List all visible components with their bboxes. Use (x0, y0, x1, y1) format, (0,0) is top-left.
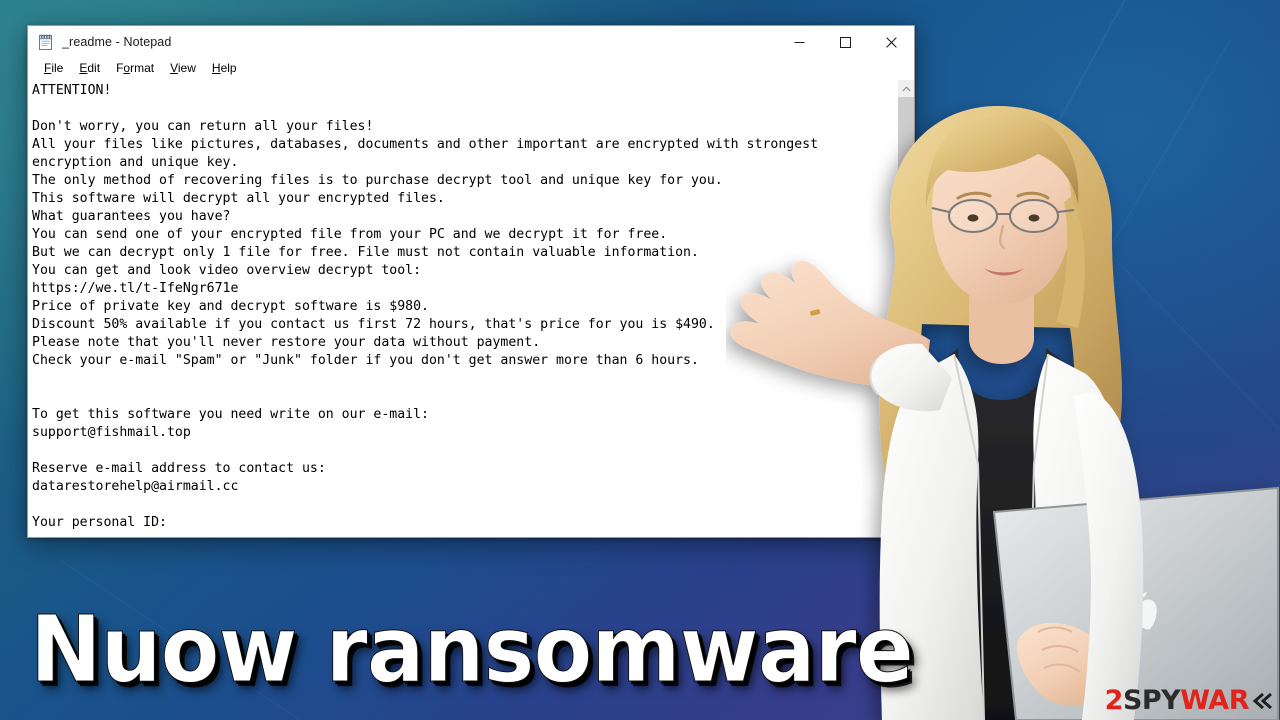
menu-item-view[interactable]: View (162, 60, 204, 78)
window-titlebar[interactable]: _readme - Notepad (28, 26, 914, 58)
menu-item-edit[interactable]: Edit (71, 60, 108, 78)
chevron-down-icon (901, 526, 911, 532)
titlebar-left-group: _readme - Notepad (28, 34, 776, 51)
menu-item-file[interactable]: File (36, 60, 71, 78)
scroll-up-button[interactable] (898, 80, 914, 97)
notepad-icon (39, 34, 52, 50)
window-controls (776, 26, 914, 58)
close-button[interactable] (868, 26, 914, 58)
vertical-scrollbar[interactable] (897, 80, 914, 537)
text-editor[interactable]: ATTENTION! Don't worry, you can return a… (28, 80, 897, 537)
scroll-down-button[interactable] (898, 520, 914, 537)
editor-area: ATTENTION! Don't worry, you can return a… (28, 79, 914, 537)
close-icon (885, 36, 897, 48)
watermark-2: 2 (1104, 685, 1124, 716)
chevron-up-icon (901, 85, 911, 91)
menu-bar: File Edit Format View Help (28, 58, 914, 79)
minimize-icon (794, 41, 804, 43)
watermark-chevron-icon (1250, 690, 1272, 712)
minimize-button[interactable] (776, 26, 822, 58)
watermark-logo: 2 SPY WAR (1105, 686, 1272, 716)
scrollbar-thumb[interactable] (898, 97, 914, 504)
notepad-window[interactable]: _readme - Notepad File Edit Format View … (27, 25, 915, 538)
banner-title: Nuow ransomware (30, 596, 915, 703)
eyeglasses (931, 199, 1075, 233)
menu-item-format[interactable]: Format (108, 60, 162, 78)
scrollbar-track[interactable] (898, 97, 914, 520)
ransom-note-text: ATTENTION! Don't worry, you can return a… (32, 83, 819, 530)
maximize-icon (839, 36, 851, 48)
window-title: _readme - Notepad (62, 35, 172, 49)
chevron-left-marks-icon (1252, 692, 1272, 710)
screenshot-canvas: _readme - Notepad File Edit Format View … (0, 0, 1280, 720)
menu-item-help[interactable]: Help (204, 60, 245, 78)
maximize-button[interactable] (822, 26, 868, 58)
watermark-ware: WAR (1180, 685, 1249, 716)
apple-logo-icon (1126, 592, 1157, 630)
watermark-spy: SPY (1122, 685, 1181, 716)
